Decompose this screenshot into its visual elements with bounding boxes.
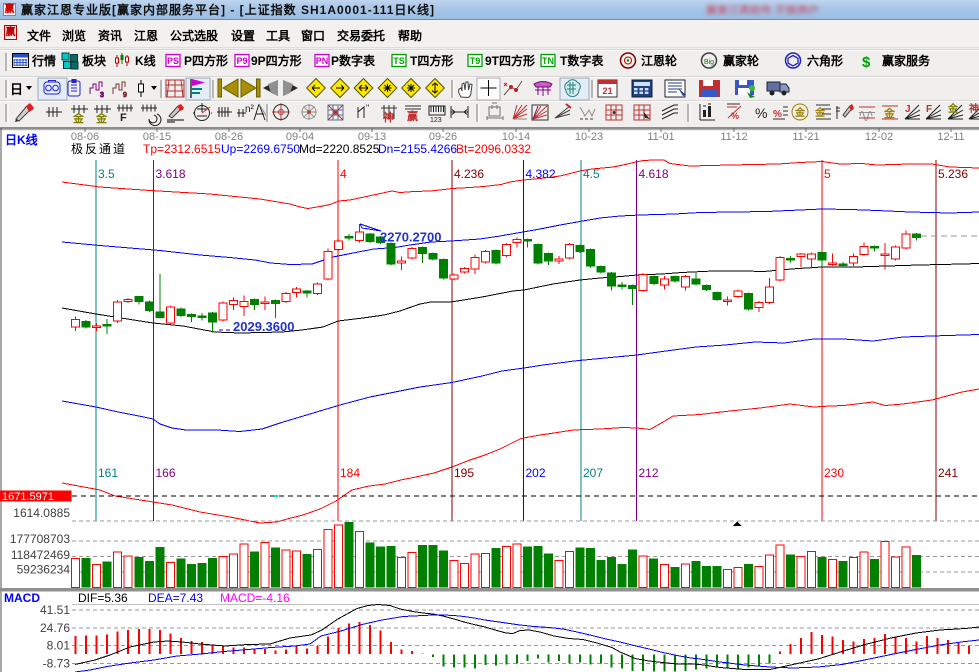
svg-text:K线: K线 xyxy=(135,53,156,68)
svg-text:202: 202 xyxy=(526,466,546,480)
svg-text:TN: TN xyxy=(542,56,554,66)
svg-text:Bt=2096.0332: Bt=2096.0332 xyxy=(456,142,531,156)
svg-text:PS: PS xyxy=(167,56,179,66)
svg-text:": " xyxy=(366,103,369,113)
svg-text:3: 3 xyxy=(100,92,104,99)
svg-text:10-23: 10-23 xyxy=(575,131,603,143)
svg-text:神: 神 xyxy=(969,102,979,115)
svg-text:神: 神 xyxy=(383,110,394,124)
svg-text:%: % xyxy=(755,105,767,121)
svg-text:Dn=2155.4266: Dn=2155.4266 xyxy=(378,142,457,156)
svg-text:59236234: 59236234 xyxy=(17,563,71,577)
svg-text:184: 184 xyxy=(340,466,360,480)
svg-text:9: 9 xyxy=(123,92,127,99)
svg-text:Up=2269.6750: Up=2269.6750 xyxy=(221,142,300,156)
svg-text:1614.0885: 1614.0885 xyxy=(13,506,70,520)
svg-text:日: 日 xyxy=(10,82,23,97)
svg-text:n²: n² xyxy=(245,104,255,115)
svg-text:166: 166 xyxy=(156,466,176,480)
svg-text:金: 金 xyxy=(72,111,85,125)
svg-text:195: 195 xyxy=(454,466,474,480)
svg-text:日K线: 日K线 xyxy=(5,132,38,147)
svg-text:11-12: 11-12 xyxy=(720,131,747,143)
svg-text:12-02: 12-02 xyxy=(865,131,893,143)
svg-text:$: $ xyxy=(862,54,871,71)
svg-text:24.76: 24.76 xyxy=(40,621,70,635)
svg-text:F: F xyxy=(120,112,127,124)
svg-text:江恩轮: 江恩轮 xyxy=(641,53,678,68)
svg-text:4.236: 4.236 xyxy=(454,167,484,181)
svg-text:2029.3600: 2029.3600 xyxy=(233,319,294,334)
svg-text:3.618: 3.618 xyxy=(156,167,186,181)
svg-text:%: % xyxy=(773,109,782,120)
svg-text:161: 161 xyxy=(98,466,118,480)
svg-text:207: 207 xyxy=(583,466,603,480)
svg-text:PN: PN xyxy=(316,56,329,66)
svg-text:板块: 板块 xyxy=(82,53,107,68)
svg-text:11-21: 11-21 xyxy=(792,131,819,143)
svg-text:177708703: 177708703 xyxy=(10,532,70,546)
svg-text:P数字表: P数字表 xyxy=(331,53,376,68)
svg-text:3.5: 3.5 xyxy=(98,167,115,181)
svg-text:六角形: 六角形 xyxy=(807,53,843,68)
svg-text:DEA=7.43: DEA=7.43 xyxy=(148,591,203,605)
svg-text:P四方形: P四方形 xyxy=(184,53,228,68)
svg-text:行情: 行情 xyxy=(31,53,56,68)
svg-text:赢: 赢 xyxy=(407,109,418,123)
svg-text:Big: Big xyxy=(704,59,714,66)
svg-text:41.51: 41.51 xyxy=(40,603,70,617)
svg-text:4.618: 4.618 xyxy=(639,167,669,181)
svg-text:5: 5 xyxy=(824,167,831,181)
svg-text:5.236: 5.236 xyxy=(938,167,968,181)
svg-text:212: 212 xyxy=(639,466,659,480)
svg-text:8.01: 8.01 xyxy=(47,639,71,653)
svg-text:P9: P9 xyxy=(236,56,247,66)
svg-text:1671.5971: 1671.5971 xyxy=(2,491,54,503)
svg-text:Md=2220.8525: Md=2220.8525 xyxy=(299,142,380,156)
svg-text:TS: TS xyxy=(393,56,405,66)
svg-text:11-01: 11-01 xyxy=(647,131,674,143)
svg-text:9T四方形: 9T四方形 xyxy=(485,53,535,68)
svg-text:DIF=5.36: DIF=5.36 xyxy=(78,591,128,605)
svg-text:%: % xyxy=(731,111,739,121)
svg-text:MACD: MACD xyxy=(4,591,40,605)
svg-text:T数字表: T数字表 xyxy=(560,53,604,68)
svg-text:2270.2700: 2270.2700 xyxy=(380,230,441,245)
svg-text:金: 金 xyxy=(794,106,806,119)
svg-text:12-11: 12-11 xyxy=(937,131,964,143)
svg-text:金: 金 xyxy=(883,106,896,120)
svg-text:4: 4 xyxy=(340,167,347,181)
svg-text:赢家轮: 赢家轮 xyxy=(723,53,760,68)
svg-text:Tp=2312.6515: Tp=2312.6515 xyxy=(143,142,221,156)
svg-text:极反通道: 极反通道 xyxy=(71,142,127,156)
svg-text:F: F xyxy=(926,104,932,115)
svg-text:金: 金 xyxy=(95,111,108,125)
svg-text:118472469: 118472469 xyxy=(11,548,71,562)
svg-text:赢家服务: 赢家服务 xyxy=(882,53,931,68)
svg-text:T9: T9 xyxy=(470,56,481,66)
svg-text:9P四方形: 9P四方形 xyxy=(251,53,302,68)
svg-text:230: 230 xyxy=(824,466,844,480)
svg-text:21: 21 xyxy=(602,86,612,96)
svg-text:MACD=-4.16: MACD=-4.16 xyxy=(220,591,290,605)
svg-text:金: 金 xyxy=(947,102,959,115)
svg-text:123: 123 xyxy=(430,117,442,124)
svg-text:金: 金 xyxy=(814,106,826,119)
svg-text:J: J xyxy=(905,104,911,115)
svg-text:-8.73: -8.73 xyxy=(43,657,71,671)
svg-text:T四方形: T四方形 xyxy=(410,53,453,68)
svg-text:241: 241 xyxy=(938,466,958,480)
